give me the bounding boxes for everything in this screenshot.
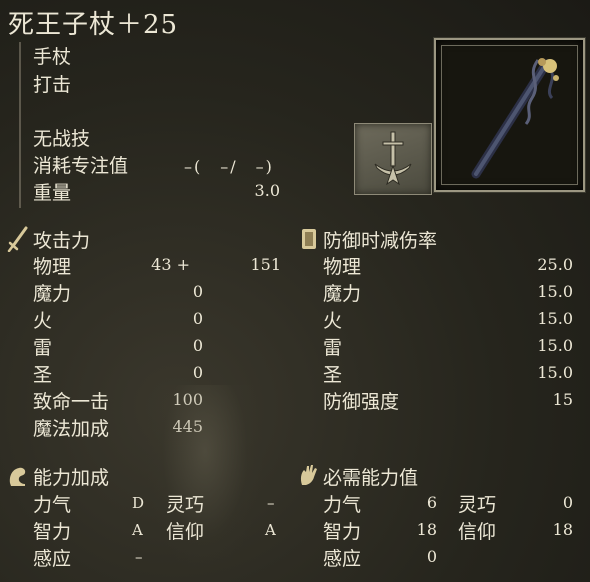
req-fai-label: 信仰 bbox=[458, 521, 497, 543]
scaling-str-value: D bbox=[132, 494, 145, 512]
req-dex-value: 0 bbox=[562, 493, 573, 512]
atk-fire-label: 火 bbox=[33, 310, 53, 332]
divider-line bbox=[19, 42, 21, 208]
atk-physical-extra: 151 bbox=[250, 255, 281, 274]
def-holy-label: 圣 bbox=[323, 364, 343, 386]
req-str-label: 力气 bbox=[323, 494, 362, 516]
guard-boost-label: 防御强度 bbox=[323, 391, 400, 413]
req-str-value: 6 bbox=[426, 493, 437, 512]
def-lightning-value: 15.0 bbox=[537, 336, 573, 355]
atk-fire-value: 0 bbox=[192, 309, 203, 328]
staff-icon bbox=[471, 58, 559, 179]
def-fire-label: 火 bbox=[323, 310, 343, 332]
scaling-fai-label: 信仰 bbox=[166, 521, 205, 543]
shield-icon bbox=[302, 229, 316, 249]
def-magic-value: 15.0 bbox=[537, 282, 573, 301]
req-int-label: 智力 bbox=[323, 521, 362, 543]
hand-icon bbox=[300, 465, 317, 485]
fp-cost-label: 消耗专注值 bbox=[33, 155, 129, 177]
def-physical-value: 25.0 bbox=[537, 255, 573, 274]
atk-sorcery-scaling-label: 魔法加成 bbox=[33, 418, 110, 440]
atk-critical-label: 致命一击 bbox=[33, 391, 110, 413]
weight-value: 3.0 bbox=[254, 181, 280, 200]
weight-label: 重量 bbox=[33, 182, 72, 204]
sword-icon bbox=[7, 226, 28, 252]
def-lightning-label: 雷 bbox=[323, 337, 343, 359]
atk-lightning-label: 雷 bbox=[33, 337, 53, 359]
def-holy-value: 15.0 bbox=[537, 363, 573, 382]
atk-physical-base: 43 + bbox=[151, 255, 190, 274]
attack-power-title: 攻击力 bbox=[33, 230, 91, 252]
scaling-fai-value: A bbox=[265, 521, 276, 539]
def-magic-label: 魔力 bbox=[323, 283, 362, 305]
req-int-value: 18 bbox=[416, 520, 437, 539]
scaling-arc-value: – bbox=[135, 548, 143, 566]
scaling-dex-value: – bbox=[267, 494, 275, 512]
def-physical-label: 物理 bbox=[323, 256, 362, 278]
arm-icon bbox=[9, 467, 26, 486]
character-silhouette bbox=[145, 385, 265, 575]
affinity-emblem[interactable] bbox=[354, 123, 432, 195]
req-fai-value: 18 bbox=[552, 520, 573, 539]
scaling-arc-label: 感应 bbox=[33, 548, 72, 570]
atk-magic-label: 魔力 bbox=[33, 283, 72, 305]
atk-magic-value: 0 bbox=[192, 282, 203, 301]
fp-cost-value: –( –/ –) bbox=[184, 157, 274, 176]
scaling-int-value: A bbox=[132, 521, 143, 539]
guard-negation-title: 防御时减伤率 bbox=[323, 230, 438, 252]
weapon-skill: 无战技 bbox=[33, 128, 91, 150]
weapon-name: 死王子杖＋25 bbox=[8, 10, 179, 40]
scaling-str-label: 力气 bbox=[33, 494, 72, 516]
sword-emblem-icon bbox=[374, 131, 412, 186]
weapon-image-frame bbox=[434, 38, 585, 192]
req-arc-value: 0 bbox=[426, 547, 437, 566]
scaling-dex-label: 灵巧 bbox=[166, 494, 205, 516]
atk-lightning-value: 0 bbox=[192, 336, 203, 355]
atk-holy-value: 0 bbox=[192, 363, 203, 382]
scaling-title: 能力加成 bbox=[33, 467, 110, 489]
req-arc-label: 感应 bbox=[323, 548, 362, 570]
requirements-title: 必需能力值 bbox=[323, 467, 419, 489]
guard-boost-value: 15 bbox=[552, 390, 573, 409]
weapon-type: 手杖 bbox=[33, 46, 72, 68]
scaling-int-label: 智力 bbox=[33, 521, 72, 543]
def-fire-value: 15.0 bbox=[537, 309, 573, 328]
attack-type: 打击 bbox=[33, 74, 72, 96]
atk-holy-label: 圣 bbox=[33, 364, 53, 386]
atk-physical-label: 物理 bbox=[33, 256, 72, 278]
req-dex-label: 灵巧 bbox=[458, 494, 497, 516]
